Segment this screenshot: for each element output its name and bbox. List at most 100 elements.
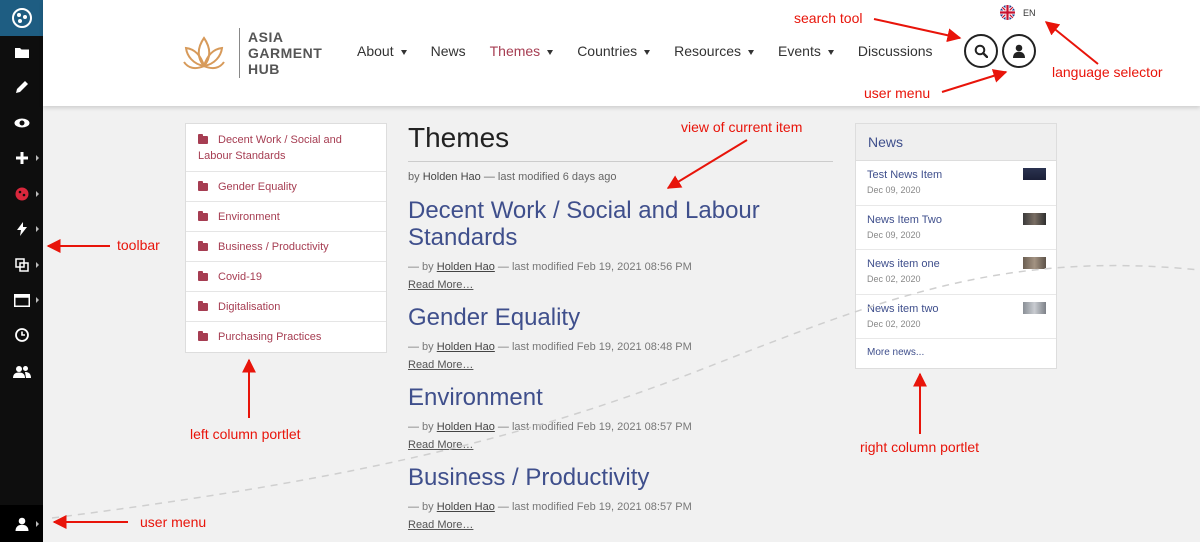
plone-logo-icon[interactable] xyxy=(0,0,43,36)
display-menu-caret xyxy=(36,297,39,303)
view-icon[interactable] xyxy=(0,106,43,140)
chevron-down-icon xyxy=(827,49,834,55)
news-item-title: News item two xyxy=(867,302,939,315)
news-item-title: Test News Item xyxy=(867,169,943,181)
author-link[interactable]: Holden Hao xyxy=(437,341,495,353)
workflow-icon[interactable] xyxy=(0,177,43,211)
actions-icon[interactable] xyxy=(0,212,43,246)
listing-item: Decent Work / Social and Labour Standard… xyxy=(408,197,833,293)
listing-item-meta: — by Holden Hao — last modified Feb 19, … xyxy=(408,421,833,433)
site-header: ASIA GARMENT HUB About News Themes Count… xyxy=(43,0,1200,106)
chevron-down-icon xyxy=(748,49,755,55)
listing-item: Gender Equality — by Holden Hao — last m… xyxy=(408,304,833,373)
logo-line-1: ASIA xyxy=(248,29,284,45)
nav-label: Events xyxy=(778,43,821,59)
nav-item-discussions[interactable]: Discussions xyxy=(858,43,933,59)
logo-text: ASIA GARMENT HUB xyxy=(248,29,322,77)
language-code: EN xyxy=(1023,7,1036,18)
portlet-nav-item[interactable]: Gender Equality xyxy=(186,172,386,202)
meta-prefix: — by xyxy=(408,261,434,273)
nav-item-countries[interactable]: Countries xyxy=(577,43,651,59)
nav-label: Discussions xyxy=(857,43,933,59)
listing-item-meta: — by Holden Hao — last modified Feb 19, … xyxy=(408,261,833,273)
portlet-nav-item[interactable]: Covid-19 xyxy=(186,262,386,292)
portlet-nav-item[interactable]: Decent Work / Social and Labour Standard… xyxy=(186,124,386,172)
manage-portlets-icon[interactable] xyxy=(0,248,43,282)
display-icon[interactable] xyxy=(0,283,43,317)
listing-item-title[interactable]: Decent Work / Social and Labour Standard… xyxy=(408,197,760,251)
nav-item-resources[interactable]: Resources xyxy=(674,43,755,59)
news-item[interactable]: News item two Dec 02, 2020 xyxy=(856,295,1056,339)
sharing-icon[interactable] xyxy=(0,354,43,388)
portlet-nav-label: Decent Work / Social and Labour Standard… xyxy=(198,134,342,162)
nav-item-themes[interactable]: Themes xyxy=(490,43,554,59)
listing-item-title[interactable]: Business / Productivity xyxy=(408,464,649,491)
workflow-menu-caret xyxy=(36,191,39,197)
news-item[interactable]: News Item Two Dec 09, 2020 xyxy=(856,206,1056,250)
nav-item-about[interactable]: About xyxy=(357,43,407,59)
portlet-nav-item[interactable]: Purchasing Practices xyxy=(186,322,386,351)
meta-modified: — last modified Feb 19, 2021 08:56 PM xyxy=(497,261,692,273)
right-column-portlet: News Test News Item Dec 09, 2020 News It… xyxy=(855,123,1057,369)
folder-icon xyxy=(198,241,208,251)
logo-line-2: GARMENT xyxy=(248,45,323,61)
news-item-date: Dec 02, 2020 xyxy=(867,274,921,284)
portlet-nav-label: Business / Productivity xyxy=(218,241,329,253)
meta-prefix: — by xyxy=(408,421,434,433)
listing-item-title[interactable]: Environment xyxy=(408,384,543,411)
add-menu-caret xyxy=(36,155,39,161)
portlet-nav-item[interactable]: Environment xyxy=(186,202,386,232)
listing-item-title[interactable]: Gender Equality xyxy=(408,304,580,331)
news-item[interactable]: Test News Item Dec 09, 2020 xyxy=(856,161,1056,206)
history-icon[interactable] xyxy=(0,318,43,352)
byline-modified: — last modified 6 days ago xyxy=(483,171,617,183)
more-news-link[interactable]: More news... xyxy=(856,339,1056,366)
annotation-view-current-item: view of current item xyxy=(681,119,803,135)
folder-icon xyxy=(198,134,208,144)
author-link[interactable]: Holden Hao xyxy=(437,501,495,513)
site-logo[interactable]: ASIA GARMENT HUB xyxy=(179,22,329,84)
news-portlet-header[interactable]: News xyxy=(856,124,1056,161)
author-link[interactable]: Holden Hao xyxy=(423,171,481,183)
user-icon xyxy=(1013,44,1025,58)
folder-icon xyxy=(198,271,208,281)
annotation-left-column-portlet: left column portlet xyxy=(190,426,301,442)
nav-item-events[interactable]: Events xyxy=(778,43,834,59)
meta-modified: — last modified Feb 19, 2021 08:57 PM xyxy=(497,421,692,433)
folder-icon[interactable] xyxy=(0,35,43,69)
portlets-menu-caret xyxy=(36,262,39,268)
read-more-link[interactable]: Read More… xyxy=(408,279,473,291)
annotation-user-menu-top: user menu xyxy=(864,85,931,101)
read-more-link[interactable]: Read More… xyxy=(408,519,473,531)
portlet-nav-item[interactable]: Business / Productivity xyxy=(186,232,386,262)
news-item-date: Dec 02, 2020 xyxy=(867,318,921,329)
author-link[interactable]: Holden Hao xyxy=(437,261,495,273)
portlet-nav-label: Digitalisation xyxy=(218,301,281,313)
news-thumbnail xyxy=(1023,212,1046,225)
nav-label: Themes xyxy=(489,43,541,59)
user-icon[interactable] xyxy=(0,505,43,542)
nav-item-news[interactable]: News xyxy=(431,43,466,59)
listing-item: Environment — by Holden Hao — last modif… xyxy=(408,384,833,453)
news-item-date: Dec 09, 2020 xyxy=(867,229,921,240)
portlet-nav-label: Purchasing Practices xyxy=(218,331,322,343)
news-item[interactable]: News item one Dec 02, 2020 xyxy=(856,250,1056,295)
listing-item: Business / Productivity — by Holden Hao … xyxy=(408,464,833,533)
author-link[interactable]: Holden Hao xyxy=(437,421,495,433)
nav-label: Resources xyxy=(674,43,742,59)
chevron-down-icon xyxy=(644,49,651,55)
folder-icon xyxy=(198,211,208,221)
annotation-user-menu-bottom: user menu xyxy=(140,514,207,530)
read-more-link[interactable]: Read More… xyxy=(408,359,473,371)
annotation-search-tool: search tool xyxy=(794,10,863,26)
meta-modified: — last modified Feb 19, 2021 08:48 PM xyxy=(497,341,692,353)
user-menu-button[interactable] xyxy=(1002,34,1036,68)
language-selector[interactable]: EN xyxy=(1000,5,1036,20)
search-button[interactable] xyxy=(964,34,998,68)
meta-prefix: — by xyxy=(408,341,434,353)
news-thumbnail xyxy=(1023,257,1046,269)
edit-icon[interactable] xyxy=(0,70,43,104)
portlet-nav-item[interactable]: Digitalisation xyxy=(186,292,386,322)
read-more-link[interactable]: Read More… xyxy=(408,439,473,451)
add-icon[interactable] xyxy=(0,141,43,175)
